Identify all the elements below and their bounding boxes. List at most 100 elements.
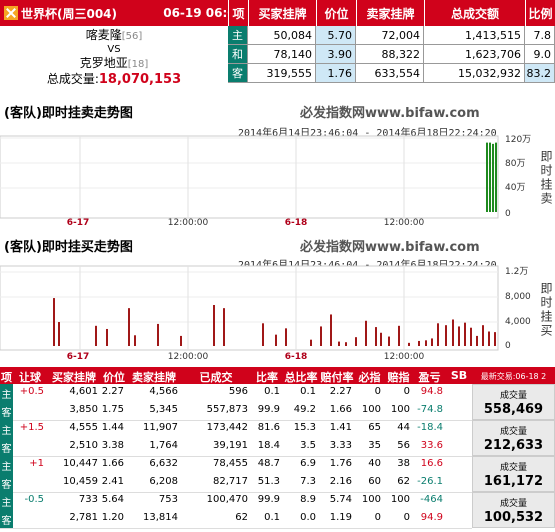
chart-bar xyxy=(375,327,377,346)
away-team[interactable]: 克罗地亚 xyxy=(80,56,128,70)
volume-value: 212,633 xyxy=(483,438,544,453)
cell-done: 39,191 xyxy=(213,440,248,451)
cell-total-rate: 15.3 xyxy=(293,422,316,433)
table-row[interactable]: 主 +1 10,447 1.66 6,632 78,455 48.7 6.9 1.76 40 38 1… xyxy=(0,456,472,474)
chart-bar xyxy=(398,325,400,346)
cell-pl: 94.9 xyxy=(420,512,443,523)
row-label: 和 xyxy=(228,45,248,64)
cell-label: 主 xyxy=(0,456,13,474)
price-value: 5.70 xyxy=(316,26,356,45)
latest-trade: 最新交易:06-18 2 xyxy=(480,372,547,381)
cell-label: 客 xyxy=(0,510,13,528)
buy-value: 319,555 xyxy=(248,64,316,83)
close-icon[interactable] xyxy=(4,6,18,20)
cell-price: 1.75 xyxy=(101,404,124,415)
match-info: 喀麦隆[56] VS 克罗地亚[18] 总成交量:18,070,153 xyxy=(0,26,228,87)
cell-buy: 2,781 xyxy=(69,512,98,523)
chart-bar xyxy=(437,323,439,346)
table-row[interactable]: 客 3,850 1.75 5,345 557,873 99.9 49.2 1.66 100 100… xyxy=(0,402,472,420)
volume-value: 558,469 xyxy=(483,402,544,417)
cell-price: 2.41 xyxy=(101,476,124,487)
y-tick: 120万 xyxy=(505,135,531,145)
volume-label: 成交量 xyxy=(499,427,527,437)
y-tick: 4,000 xyxy=(505,317,531,327)
chart-bar xyxy=(464,322,466,346)
cell-pay: 5.74 xyxy=(329,494,352,505)
cell-rate: 0.1 xyxy=(264,386,280,397)
cell-sell: 1,764 xyxy=(149,440,178,451)
volume-box: 成交量 558,469 xyxy=(472,384,555,420)
cell-pay: 1.66 xyxy=(329,404,352,415)
cell-price: 5.64 xyxy=(101,494,124,505)
col-pay: 赔付率 xyxy=(320,371,354,384)
chart-bar xyxy=(476,335,478,346)
cell-sell: 5,345 xyxy=(149,404,178,415)
chart-bar xyxy=(58,322,60,346)
col-bz: 必指 xyxy=(358,371,381,384)
y-tick: 0 xyxy=(505,209,511,219)
col-price: 价位 xyxy=(103,371,125,384)
chart-bar xyxy=(330,314,332,346)
cell-total-rate: 3.5 xyxy=(300,440,316,451)
volume-label: 总成交量: xyxy=(46,72,99,86)
col-rate: 比率 xyxy=(256,371,278,384)
chart-bar xyxy=(486,142,488,212)
col-pz: 赔指 xyxy=(387,371,410,384)
table-row[interactable]: 客 2,781 1.20 13,814 62 0.1 0.0 1.19 0 0 94.9 xyxy=(0,510,472,528)
cell-buy: 4,555 xyxy=(69,422,98,433)
x-tick: 6-18 xyxy=(285,352,308,362)
cell-rate: 99.9 xyxy=(257,404,280,415)
x-tick: 12:00:00 xyxy=(384,218,425,228)
volume-box: 成交量 161,172 xyxy=(472,456,555,492)
volume-value: 100,532 xyxy=(483,510,544,525)
table-row[interactable]: 客 10,459 2.41 6,208 82,717 51.3 7.3 2.16 60 62 -26… xyxy=(0,474,472,492)
cell-total-rate: 0.0 xyxy=(300,512,316,523)
cell-pay: 2.27 xyxy=(329,386,352,397)
handicap-header: 项 让球 买家挂牌 价位 卖家挂牌 已成交 比率 总比率 赔付率 必指 赔指 盈… xyxy=(0,367,555,384)
x-tick: 6-17 xyxy=(67,218,90,228)
cell-price: 2.27 xyxy=(101,386,124,397)
cell-total-rate: 8.9 xyxy=(300,494,316,505)
table-row[interactable]: 主 -0.5 733 5.64 753 100,470 99.9 8.9 5.74 100 100-… xyxy=(0,492,472,510)
chart-bar xyxy=(495,142,497,212)
cell-rate: 81.6 xyxy=(257,422,280,433)
col-item: 项 xyxy=(228,0,248,26)
chart-bar xyxy=(494,332,496,346)
ratio-value: 83.2 xyxy=(525,64,555,83)
x-tick: 6-17 xyxy=(67,352,90,362)
home-rank: [56] xyxy=(121,31,143,42)
cell-pay: 3.33 xyxy=(329,440,352,451)
chart-bar xyxy=(431,338,433,346)
y-tick: 1.2万 xyxy=(505,267,528,277)
cell-pz: 0 xyxy=(403,386,410,397)
cell-bz: 35 xyxy=(368,440,381,451)
sell-side-label: 即时挂卖 xyxy=(539,150,553,206)
chart-bar xyxy=(365,320,367,346)
chart-bar xyxy=(489,142,491,212)
buy-chart-site[interactable]: 必发指数网www.bifaw.com xyxy=(300,236,480,255)
table-row[interactable]: 主 +0.5 4,601 2.27 4,566 596 0.1 0.1 2.27 0 0 94.8 xyxy=(0,384,472,402)
summary-row-away: 客 319,555 1.76 633,554 15,032,932 83.2 xyxy=(228,64,555,83)
summary-row-draw: 和 78,140 3.90 88,322 1,623,706 9.0 xyxy=(228,45,555,64)
sell-value: 72,004 xyxy=(356,26,424,45)
cell-buy: 3,850 xyxy=(69,404,98,415)
table-row[interactable]: 主 +1.5 4,555 1.44 11,907 173,442 81.6 15.3 1.41 6… xyxy=(0,420,472,438)
sell-chart-site[interactable]: 必发指数网www.bifaw.com xyxy=(300,102,480,121)
volume-box: 成交量 100,532 xyxy=(472,492,555,528)
cell-hcp: +1.5 xyxy=(19,422,44,433)
cell-pl: -464 xyxy=(420,494,443,505)
chart-bar xyxy=(345,342,347,346)
cell-buy: 733 xyxy=(78,494,98,505)
home-team[interactable]: 喀麦隆 xyxy=(86,28,122,42)
sell-value: 88,322 xyxy=(356,45,424,64)
col-total-rate: 总比率 xyxy=(284,371,318,384)
match-header: 世界杯(周三004) 06-19 06:00 xyxy=(0,0,248,26)
table-row[interactable]: 客 2,510 3.38 1,764 39,191 18.4 3.5 3.33 35 56 33.6 xyxy=(0,438,472,456)
x-tick: 12:00:00 xyxy=(168,352,209,362)
col-pl: 盈亏 xyxy=(418,371,441,384)
cell-price: 1.66 xyxy=(101,458,124,469)
cell-pay: 1.41 xyxy=(329,422,352,433)
cell-price: 1.20 xyxy=(101,512,124,523)
chart-bar xyxy=(355,337,357,346)
sell-chart-title: (客队)即时挂卖走势图 xyxy=(4,106,133,121)
